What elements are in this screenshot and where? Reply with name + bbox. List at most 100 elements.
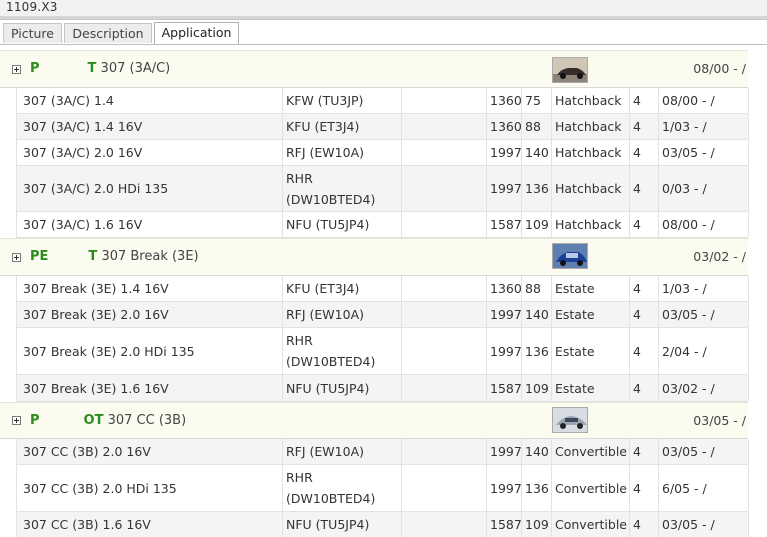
car-thumbnail-icon — [552, 407, 588, 433]
expand-plus-icon[interactable] — [12, 253, 21, 262]
production-date: 2/04 - / — [659, 328, 749, 374]
body-type: Estate — [552, 276, 630, 301]
capacity-cc: 1587 — [487, 212, 522, 237]
car-thumbnail-icon — [552, 57, 588, 83]
doors: 4 — [630, 140, 659, 165]
vehicle-name: 307 CC (3B) 2.0 HDi 135 — [17, 465, 283, 511]
engine-code: RFJ (EW10A) — [283, 439, 402, 464]
production-date: 03/02 - / — [659, 375, 749, 401]
engine-code: NFU (TU5JP4) — [283, 512, 402, 537]
expand-plus-icon[interactable] — [12, 65, 21, 74]
production-date: 08/00 - / — [659, 212, 749, 237]
table-row[interactable]: 307 Break (3E) 2.0 HDi 135 RHR (DW10BTED… — [16, 328, 749, 375]
vehicle-name: 307 Break (3E) 1.6 16V — [17, 375, 283, 401]
body-type: Convertible — [552, 465, 630, 511]
group-title: P OT 307 CC (3B) — [30, 413, 186, 428]
capacity-cc: 1997 — [487, 328, 522, 374]
expand-plus-icon[interactable] — [12, 416, 21, 425]
doors: 4 — [630, 166, 659, 211]
table-row[interactable]: 307 Break (3E) 1.6 16V NFU (TU5JP4) 1587… — [16, 375, 749, 402]
power: 88 — [522, 114, 552, 139]
capacity-cc: 1360 — [487, 88, 522, 113]
table-row[interactable]: 307 (3A/C) 2.0 16V RFJ (EW10A) 1997 140 … — [16, 140, 749, 166]
brand-suffix: T — [88, 249, 98, 264]
redaction — [39, 62, 88, 75]
body-type: Hatchback — [552, 166, 630, 211]
capacity-cc: 1997 — [487, 166, 522, 211]
table-row[interactable]: 307 CC (3B) 1.6 16V NFU (TU5JP4) 1587 10… — [16, 512, 749, 537]
power: 140 — [522, 140, 552, 165]
redaction — [39, 414, 84, 427]
empty-cell — [402, 375, 487, 401]
capacity-cc: 1360 — [487, 276, 522, 301]
table-row[interactable]: 307 Break (3E) 2.0 16V RFJ (EW10A) 1997 … — [16, 302, 749, 328]
body-type: Convertible — [552, 512, 630, 537]
group-model: 307 Break (3E) — [101, 249, 199, 264]
group-date: 03/05 - / — [693, 413, 746, 428]
empty-cell — [402, 465, 487, 511]
brand-prefix: P — [30, 61, 40, 76]
redaction — [48, 250, 89, 263]
body-type: Hatchback — [552, 212, 630, 237]
doors: 4 — [630, 212, 659, 237]
vehicle-name: 307 (3A/C) 1.4 — [17, 88, 283, 113]
brand-suffix: OT — [83, 413, 104, 428]
table-row[interactable]: 307 (3A/C) 1.6 16V NFU (TU5JP4) 1587 109… — [16, 212, 749, 238]
production-date: 0/03 - / — [659, 166, 749, 211]
engine-code: NFU (TU5JP4) — [283, 212, 402, 237]
empty-cell — [402, 439, 487, 464]
engine-code: RFJ (EW10A) — [283, 302, 402, 327]
production-date: 03/05 - / — [659, 512, 749, 537]
table-row[interactable]: 307 (3A/C) 1.4 KFW (TU3JP) 1360 75 Hatch… — [16, 88, 749, 114]
table-row[interactable]: 307 Break (3E) 1.4 16V KFU (ET3J4) 1360 … — [16, 276, 749, 302]
body-type: Hatchback — [552, 140, 630, 165]
group-header[interactable]: P T 307 (3A/C) 08/00 - / — [0, 50, 748, 88]
capacity-cc: 1587 — [487, 375, 522, 401]
capacity-cc: 1997 — [487, 465, 522, 511]
doors: 4 — [630, 375, 659, 401]
body-type: Estate — [552, 328, 630, 374]
group-header[interactable]: PE T 307 Break (3E) 03/02 - / — [0, 238, 748, 276]
engine-code: RHR (DW10BTED4) — [283, 166, 402, 211]
table-row[interactable]: 307 (3A/C) 1.4 16V KFU (ET3J4) 1360 88 H… — [16, 114, 749, 140]
table-row[interactable]: 307 (3A/C) 2.0 HDi 135 RHR (DW10BTED4) 1… — [16, 166, 749, 212]
vehicle-name: 307 CC (3B) 1.6 16V — [17, 512, 283, 537]
group-model: 307 (3A/C) — [100, 61, 171, 76]
power: 109 — [522, 212, 552, 237]
engine-code: NFU (TU5JP4) — [283, 375, 402, 401]
production-date: 03/05 - / — [659, 302, 749, 327]
window-title: 1109.X3 — [6, 0, 58, 14]
group-title: PE T 307 Break (3E) — [30, 249, 199, 264]
engine-code: KFU (ET3J4) — [283, 114, 402, 139]
doors: 4 — [630, 302, 659, 327]
vehicle-name: 307 Break (3E) 2.0 HDi 135 — [17, 328, 283, 374]
production-date: 03/05 - / — [659, 439, 749, 464]
capacity-cc: 1997 — [487, 140, 522, 165]
doors: 4 — [630, 465, 659, 511]
body-type: Estate — [552, 302, 630, 327]
brand-prefix: PE — [30, 249, 49, 264]
body-type: Convertible — [552, 439, 630, 464]
empty-cell — [402, 276, 487, 301]
vehicle-name: 307 CC (3B) 2.0 16V — [17, 439, 283, 464]
tab-application[interactable]: Application — [154, 22, 239, 44]
vehicle-name: 307 (3A/C) 1.6 16V — [17, 212, 283, 237]
engine-code: KFW (TU3JP) — [283, 88, 402, 113]
tab-description[interactable]: Description — [64, 23, 152, 43]
empty-cell — [402, 114, 487, 139]
power: 136 — [522, 166, 552, 211]
group-model: 307 CC (3B) — [107, 413, 187, 428]
power: 109 — [522, 512, 552, 537]
group-header[interactable]: P OT 307 CC (3B) 03/05 - / — [0, 402, 748, 439]
table-row[interactable]: 307 CC (3B) 2.0 16V RFJ (EW10A) 1997 140… — [16, 439, 749, 465]
empty-cell — [402, 88, 487, 113]
empty-cell — [402, 166, 487, 211]
doors: 4 — [630, 328, 659, 374]
tab-picture[interactable]: Picture — [3, 23, 62, 43]
production-date: 6/05 - / — [659, 465, 749, 511]
capacity-cc: 1997 — [487, 439, 522, 464]
table-row[interactable]: 307 CC (3B) 2.0 HDi 135 RHR (DW10BTED4) … — [16, 465, 749, 512]
brand-suffix: T — [87, 61, 97, 76]
production-date: 1/03 - / — [659, 276, 749, 301]
power: 75 — [522, 88, 552, 113]
